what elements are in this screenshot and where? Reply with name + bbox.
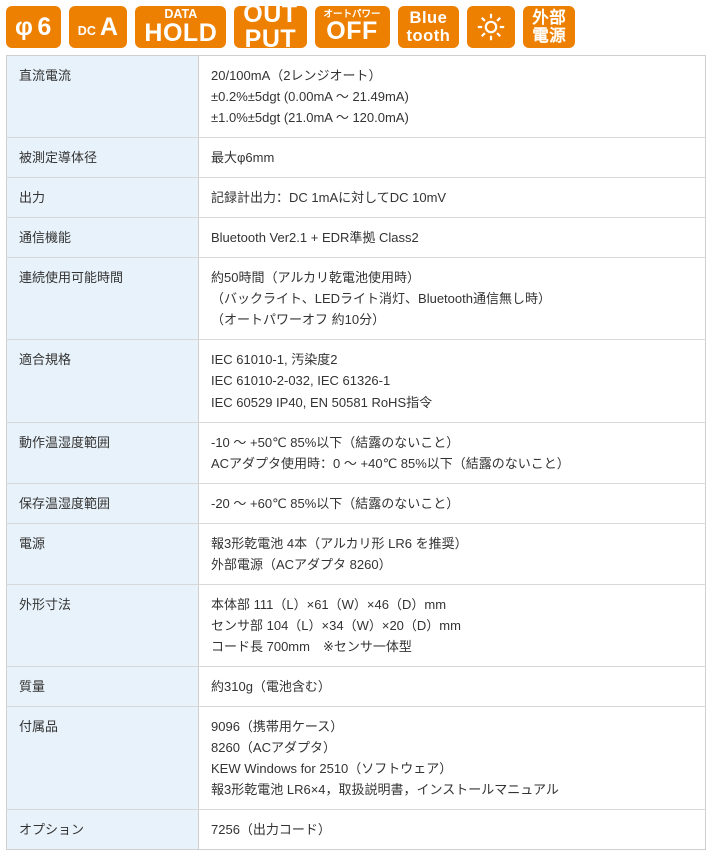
badge-data-hold-text-1: HOLD <box>144 19 218 48</box>
spec-value-line: ±1.0%±5dgt (21.0mA ～ 120.0mA) <box>211 110 409 126</box>
spec-label-cell: 電源 <box>6 522 199 585</box>
spec-value-cell: -10 ～ +50℃ 85%以下（結露のないこと） ACアダプタ使用時：0 ～ +… <box>198 421 706 484</box>
spec-value-line: 本体部 111（L）×61（W）×46（D）mm <box>211 596 447 612</box>
badge-conductor-diameter-phi6: φ6 <box>6 6 61 48</box>
spec-value-line: 7256（出力コード） <box>211 822 331 838</box>
badge-conductor-diameter-phi6-text-1: 6 <box>37 12 52 41</box>
spec-value-cell: 9096（携帯用ケース） 8260（ACアダプタ） KEW Windows for … <box>198 705 706 811</box>
spec-value-line: -10 ～ +50℃ 85%以下（結露のないこと） <box>211 434 460 450</box>
spec-value-line: 最大φ6mm <box>211 150 275 166</box>
spec-value-line: IEC 61010-2-032, IEC 61326-1 <box>211 373 391 389</box>
spec-value-cell: 記録計出力：DC 1mAに対してDC 10mV <box>198 177 706 219</box>
spec-value-line: 約50時間（アルカリ乾電池使用時） <box>211 270 420 286</box>
spec-value-cell: 最大φ6mm <box>198 137 706 179</box>
badge-dc-ampere: DC A <box>68 6 128 48</box>
badge-external-power-text-1: 電源 <box>532 27 567 45</box>
spec-label-cell: 付属品 <box>6 705 199 811</box>
spec-value-line: （バックライト、LEDライト消灯、Bluetooth通信無し時） <box>211 291 551 307</box>
badge-conductor-diameter-phi6-inline: φ6 <box>15 12 52 41</box>
badge-output-text-1: PUT <box>244 25 297 53</box>
spec-label-cell: 出力 <box>6 177 199 219</box>
badge-auto-power-off: オートパワー OFF <box>314 6 390 48</box>
spec-value-line: IEC 61010-1, 汚染度2 <box>211 352 338 368</box>
spec-label-cell: オプション <box>6 809 199 850</box>
spec-label-cell: 外形寸法 <box>6 583 199 667</box>
spec-label-cell: 保存温湿度範囲 <box>6 482 199 524</box>
spec-label-cell: 連続使用可能時間 <box>6 257 199 341</box>
badge-output-text-0: OUT <box>243 0 298 28</box>
spec-value-line: 報3形乾電池 LR6×4，取扱説明書，インストールマニュアル <box>211 782 559 798</box>
spec-value-line: コード長 700mm ※センサ一体型 <box>211 638 412 654</box>
spec-value-cell: Bluetooth Ver2.1 + EDR準拠 Class2 <box>198 217 706 259</box>
table-row: 通信機能 Bluetooth Ver2.1 + EDR準拠 Class2 <box>6 217 706 259</box>
spec-value-line: 記録計出力：DC 1mAに対してDC 10mV <box>211 190 447 206</box>
spec-value-cell: IEC 61010-1, 汚染度2 IEC 61010-2-032, IEC 61… <box>198 339 706 423</box>
badge-auto-power-off-text-1: OFF <box>326 17 378 46</box>
table-row: オプション 7256（出力コード） <box>6 809 706 850</box>
spec-label-cell: 質量 <box>6 665 199 707</box>
badge-bluetooth: Blue tooth <box>397 6 460 48</box>
spec-label-cell: 動作温湿度範囲 <box>6 421 199 484</box>
spec-value-line: 20/100mA（2レンジオート） <box>211 68 382 83</box>
table-row: 直流電流 20/100mA（2レンジオート） ±0.2%±5dgt (0.00mA … <box>6 55 706 139</box>
spec-value-line: ACアダプタ使用時：0 ～ +40℃ 85%以下（結露のないこと） <box>211 455 570 471</box>
badge-dc-ampere-text-1: A <box>99 12 119 41</box>
spec-value-cell: 7256（出力コード） <box>198 809 706 850</box>
spec-value-line: ±0.2%±5dgt (0.00mA ～ 21.49mA) <box>211 89 409 105</box>
badge-backlight <box>467 6 516 48</box>
spec-value-cell: 約50時間（アルカリ乾電池使用時） （バックライト、LEDライト消灯、Blueto… <box>198 257 706 341</box>
table-row: 質量 約310g（電池含む） <box>6 665 706 707</box>
table-row: 付属品 9096（携帯用ケース） 8260（ACアダプタ） KEW Windows f… <box>6 705 706 811</box>
specification-table: 直流電流 20/100mA（2レンジオート） ±0.2%±5dgt (0.00mA … <box>6 55 706 850</box>
spec-label-cell: 適合規格 <box>6 339 199 423</box>
spec-label-cell: 直流電流 <box>6 55 199 139</box>
spec-label-cell: 被測定導体径 <box>6 137 199 179</box>
table-row: 動作温湿度範囲 -10 ～ +50℃ 85%以下（結露のないこと） ACアダプタ使用… <box>6 421 706 484</box>
table-row: 電源 報3形乾電池 4本（アルカリ形 LR6 を推奨） 外部電源（ACアダプタ 82… <box>6 522 706 585</box>
badge-conductor-diameter-phi6-text-0: φ <box>15 12 34 41</box>
spec-value-cell: 20/100mA（2レンジオート） ±0.2%±5dgt (0.00mA ～ 21… <box>198 55 706 139</box>
spec-value-line: 報3形乾電池 4本（アルカリ形 LR6 を推奨） <box>211 535 468 551</box>
badge-dc-ampere-text-0: DC <box>77 23 96 38</box>
badge-external-power-text-0: 外部 <box>532 8 567 27</box>
badge-bluetooth-text-0: Blue <box>409 8 448 27</box>
table-row: 適合規格 IEC 61010-1, 汚染度2 IEC 61010-2-032, IE… <box>6 339 706 423</box>
table-row: 外形寸法 本体部 111（L）×61（W）×46（D）mm センサ部 104（L）×… <box>6 583 706 667</box>
badge-output: OUT PUT <box>234 2 307 52</box>
table-row: 出力 記録計出力：DC 1mAに対してDC 10mV <box>6 177 706 219</box>
spec-value-line: IEC 60529 IP40, EN 50581 RoHS指令 <box>211 394 433 410</box>
spec-value-cell: 約310g（電池含む） <box>198 665 706 707</box>
spec-value-line: -20 ～ +60℃ 85%以下（結露のないこと） <box>211 495 460 511</box>
table-row: 被測定導体径 最大φ6mm <box>6 137 706 179</box>
table-row: 連続使用可能時間 約50時間（アルカリ乾電池使用時） （バックライト、LEDライト消… <box>6 257 706 341</box>
spec-value-line: KEW Windows for 2510（ソフトウェア） <box>211 761 453 777</box>
sun-icon <box>476 12 506 42</box>
spec-value-cell: 報3形乾電池 4本（アルカリ形 LR6 を推奨） 外部電源（ACアダプタ 8260… <box>198 522 706 585</box>
spec-value-line: 9096（携帯用ケース） <box>211 718 344 734</box>
spec-value-cell: -20 ～ +60℃ 85%以下（結露のないこと） <box>198 482 706 524</box>
spec-value-line: （オートパワーオフ 約10分） <box>211 312 386 328</box>
spec-value-line: Bluetooth Ver2.1 + EDR準拠 Class2 <box>211 230 419 246</box>
badge-bluetooth-text-1: tooth <box>406 27 451 45</box>
table-row: 保存温湿度範囲 -20 ～ +60℃ 85%以下（結露のないこと） <box>6 482 706 524</box>
spec-value-line: 約310g（電池含む） <box>211 678 331 694</box>
badge-external-power: 外部 電源 <box>523 6 576 48</box>
feature-badge-strip: φ 6 DC A DATA HOLD OUT PUT オートパワー OFF Blue tooth 外部電… <box>0 0 712 55</box>
spec-value-line: センサ部 104（L）×34（W）×20（D）mm <box>211 617 461 633</box>
spec-value-cell: 本体部 111（L）×61（W）×46（D）mm センサ部 104（L）×34（W… <box>198 583 706 667</box>
spec-value-line: 外部電源（ACアダプタ 8260） <box>211 556 392 572</box>
spec-label-cell: 通信機能 <box>6 217 199 259</box>
badge-data-hold: DATA HOLD <box>135 6 227 48</box>
spec-value-line: 8260（ACアダプタ） <box>211 740 336 756</box>
badge-dc-ampere-inline: DC A <box>77 12 119 41</box>
